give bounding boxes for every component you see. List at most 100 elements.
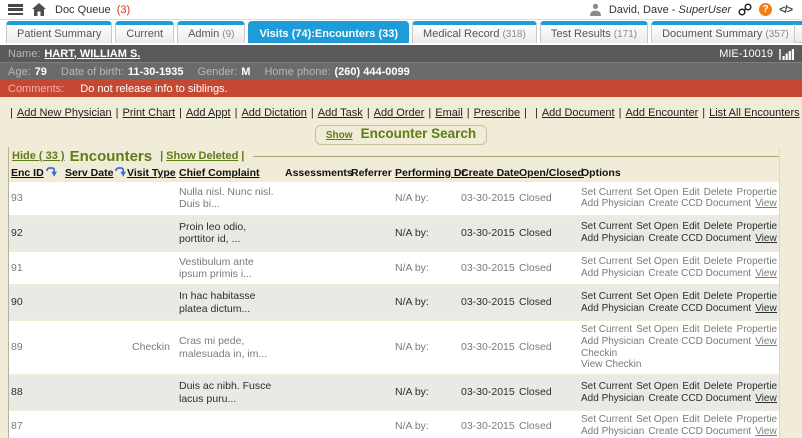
option-create-ccd-document[interactable]: Create CCD Document: [648, 303, 751, 314]
option-add-physician[interactable]: Add Physician: [581, 426, 644, 437]
add-appt-link[interactable]: Add Appt: [186, 107, 231, 119]
option-properties[interactable]: Properties: [737, 414, 777, 425]
patient-name-link[interactable]: HART, WILLIAM S.: [44, 48, 140, 60]
option-view-links[interactable]: View Links: [755, 336, 777, 347]
add-encounter-link[interactable]: Add Encounter: [625, 107, 698, 119]
option-set-open[interactable]: Set Open: [636, 256, 678, 267]
option-add-physician[interactable]: Add Physician: [581, 303, 644, 314]
option-properties[interactable]: Properties: [737, 324, 777, 335]
tab-test-results[interactable]: Test Results(171): [540, 21, 648, 43]
option-view-links[interactable]: View Links: [755, 393, 777, 404]
option-edit[interactable]: Edit: [682, 221, 699, 232]
option-set-current[interactable]: Set Current: [581, 291, 632, 302]
option-view-links[interactable]: View Links: [755, 198, 777, 209]
option-set-current[interactable]: Set Current: [581, 324, 632, 335]
option-set-open[interactable]: Set Open: [636, 221, 678, 232]
hamburger-menu-icon[interactable]: [8, 4, 23, 15]
option-edit[interactable]: Edit: [682, 256, 699, 267]
option-set-open[interactable]: Set Open: [636, 324, 678, 335]
option-edit[interactable]: Edit: [682, 381, 699, 392]
option-edit[interactable]: Edit: [682, 187, 699, 198]
col-header-chief-complaint[interactable]: Chief Complaint: [177, 165, 283, 182]
option-set-open[interactable]: Set Open: [636, 187, 678, 198]
tab-patient-summary[interactable]: Patient Summary: [6, 21, 112, 43]
option-delete[interactable]: Delete: [704, 291, 733, 302]
add-order-link[interactable]: Add Order: [374, 107, 425, 119]
col-header-create-date[interactable]: Create Date: [459, 165, 517, 182]
person-icon: [589, 3, 602, 16]
print-chart-link[interactable]: Print Chart: [123, 107, 176, 119]
tab-current[interactable]: Current: [115, 21, 174, 43]
option-add-physician[interactable]: Add Physician: [581, 336, 644, 347]
option-create-ccd-document[interactable]: Create CCD Document: [648, 426, 751, 437]
option-view-links[interactable]: View Links: [755, 426, 777, 437]
option-checkin[interactable]: Checkin: [581, 348, 617, 359]
tab-visits-74-encounters-33[interactable]: Visits (74):Encounters (33): [248, 21, 409, 43]
option-edit[interactable]: Edit: [682, 324, 699, 335]
col-header-enc-id[interactable]: Enc ID: [9, 165, 63, 182]
tab-partial[interactable]: [794, 21, 802, 43]
option-set-current[interactable]: Set Current: [581, 187, 632, 198]
option-view-links[interactable]: View Links: [755, 233, 777, 244]
gender-field: Gender:M: [198, 66, 251, 78]
options-line: Set CurrentSet OpenEditDeletePropertiesS…: [581, 414, 777, 426]
option-set-current[interactable]: Set Current: [581, 221, 632, 232]
add-dictation-link[interactable]: Add Dictation: [241, 107, 306, 119]
option-properties[interactable]: Properties: [737, 187, 777, 198]
add-new-physician-link[interactable]: Add New Physician: [17, 107, 112, 119]
option-properties[interactable]: Properties: [737, 221, 777, 232]
email-link[interactable]: Email: [435, 107, 463, 119]
option-create-ccd-document[interactable]: Create CCD Document: [648, 268, 751, 279]
option-set-current[interactable]: Set Current: [581, 256, 632, 267]
add-task-link[interactable]: Add Task: [318, 107, 363, 119]
option-add-physician[interactable]: Add Physician: [581, 268, 644, 279]
option-delete[interactable]: Delete: [704, 256, 733, 267]
option-view-checkin[interactable]: View Checkin: [581, 359, 641, 370]
queue-title[interactable]: Doc Queue: [55, 4, 111, 16]
col-header-visit-type[interactable]: Visit Type: [125, 165, 177, 182]
option-edit[interactable]: Edit: [682, 414, 699, 425]
prescribe-link[interactable]: Prescribe: [474, 107, 520, 119]
option-properties[interactable]: Properties: [737, 256, 777, 267]
current-user[interactable]: David, Dave - SuperUser: [609, 4, 731, 16]
option-view-links[interactable]: View Links: [755, 268, 777, 279]
option-delete[interactable]: Delete: [704, 414, 733, 425]
option-set-open[interactable]: Set Open: [636, 291, 678, 302]
tab-document-summary[interactable]: Document Summary(357): [651, 21, 800, 43]
option-create-ccd-document[interactable]: Create CCD Document: [648, 336, 751, 347]
col-header-performing-dr[interactable]: Performing Dr.: [393, 165, 459, 182]
option-delete[interactable]: Delete: [704, 187, 733, 198]
option-add-physician[interactable]: Add Physician: [581, 198, 644, 209]
option-delete[interactable]: Delete: [704, 221, 733, 232]
hide-encounters-link[interactable]: Hide ( 33 ): [12, 150, 65, 162]
option-properties[interactable]: Properties: [737, 381, 777, 392]
add-document-link[interactable]: Add Document: [542, 107, 615, 119]
show-search-link[interactable]: Show: [326, 130, 353, 141]
show-deleted-link[interactable]: Show Deleted: [166, 150, 238, 162]
col-header-open-closed[interactable]: Open/Closed: [517, 165, 579, 182]
link-icon[interactable]: [738, 3, 752, 16]
option-edit[interactable]: Edit: [682, 291, 699, 302]
option-add-physician[interactable]: Add Physician: [581, 393, 644, 404]
flowsheet-chart-icon[interactable]: [779, 48, 794, 60]
option-set-current[interactable]: Set Current: [581, 414, 632, 425]
col-header-serv-date[interactable]: Serv Date: [63, 165, 125, 182]
col-header-options: Options: [579, 165, 779, 182]
option-set-open[interactable]: Set Open: [636, 381, 678, 392]
option-create-ccd-document[interactable]: Create CCD Document: [648, 198, 751, 209]
option-add-physician[interactable]: Add Physician: [581, 233, 644, 244]
option-delete[interactable]: Delete: [704, 324, 733, 335]
option-create-ccd-document[interactable]: Create CCD Document: [648, 233, 751, 244]
tab-medical-record[interactable]: Medical Record(318): [412, 21, 537, 43]
code-icon[interactable]: [779, 4, 792, 16]
option-properties[interactable]: Properties: [737, 291, 777, 302]
help-icon[interactable]: [759, 3, 772, 16]
option-delete[interactable]: Delete: [704, 381, 733, 392]
home-icon[interactable]: [32, 3, 46, 16]
option-view-links[interactable]: View Links: [755, 303, 777, 314]
option-create-ccd-document[interactable]: Create CCD Document: [648, 393, 751, 404]
option-set-open[interactable]: Set Open: [636, 414, 678, 425]
list-all-encounters-link[interactable]: List All Encounters: [709, 107, 800, 119]
tab-admin[interactable]: Admin(9): [177, 21, 245, 43]
option-set-current[interactable]: Set Current: [581, 381, 632, 392]
